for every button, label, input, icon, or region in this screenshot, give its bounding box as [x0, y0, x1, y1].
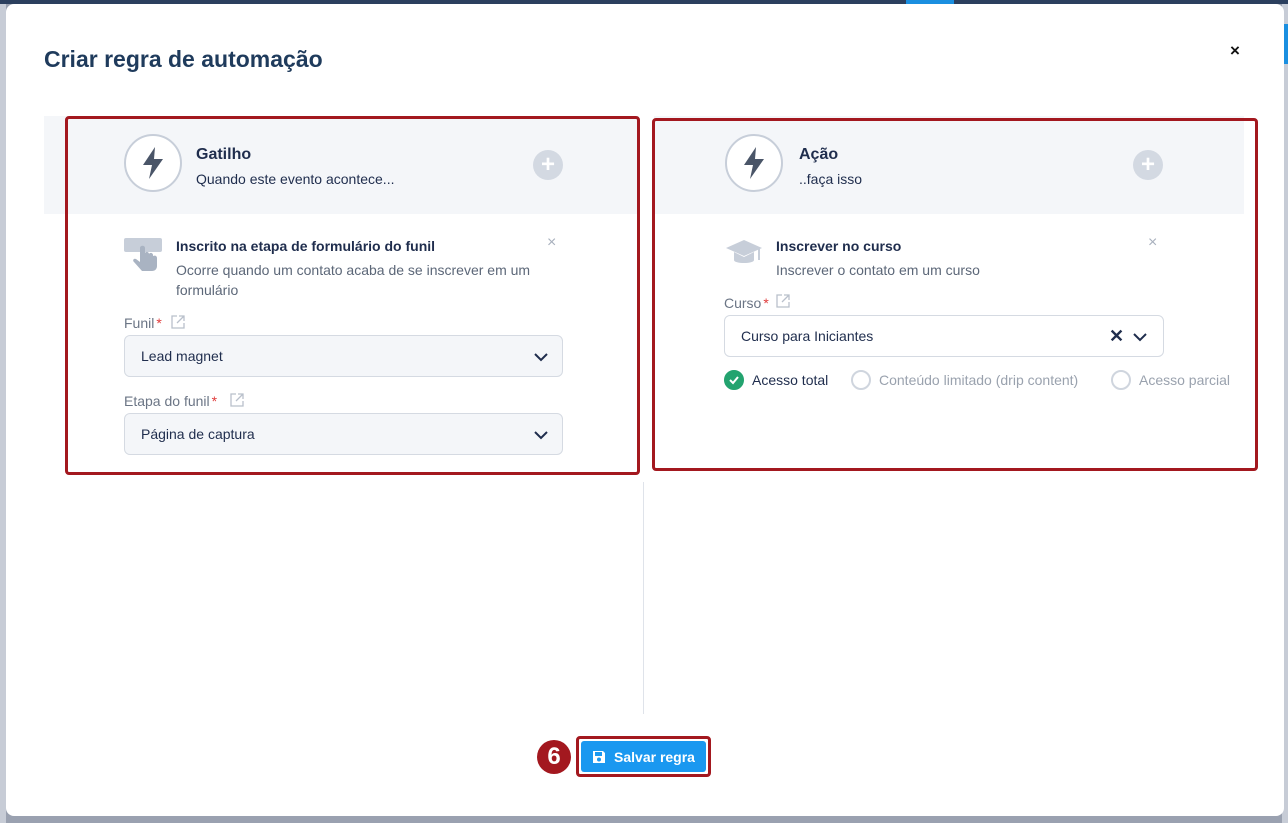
connector-line — [643, 482, 644, 714]
save-rule-label: Salvar regra — [614, 748, 695, 765]
modal-title: Criar regra de automação — [44, 46, 323, 72]
action-highlight-box — [652, 118, 1258, 471]
trigger-highlight-box — [65, 116, 640, 475]
step-number-badge: 6 — [537, 740, 571, 774]
save-rule-button[interactable]: Salvar regra — [581, 741, 706, 772]
close-icon[interactable]: × — [1225, 40, 1245, 62]
automation-rule-modal: Criar regra de automação × Gatilho Quand… — [6, 4, 1284, 816]
floppy-disk-icon — [593, 750, 606, 763]
